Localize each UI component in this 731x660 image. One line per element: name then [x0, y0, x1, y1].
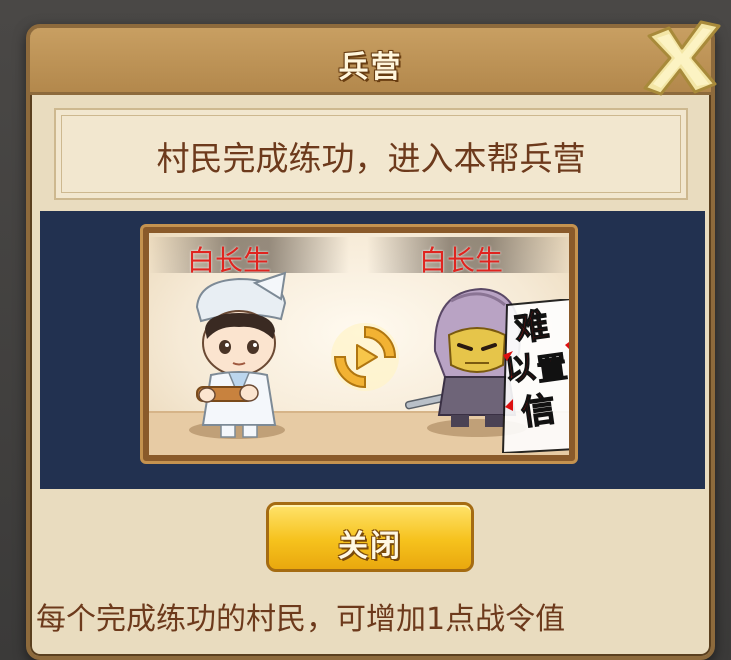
scene-frame: 白长生 白长生 难 以 置 信 [140, 224, 578, 464]
message-frame: 村民完成练功，进入本帮兵营 [54, 108, 688, 200]
right-character-name: 白长生 [419, 244, 504, 277]
stamp-char-3: 置 [535, 350, 569, 389]
close-button[interactable]: 关闭 [266, 502, 474, 572]
footer-note: 每个完成练功的村民，可增加1点战令值 [36, 602, 566, 637]
dialog-title: 兵营 [338, 50, 403, 85]
close-x-icon[interactable] [639, 14, 725, 100]
scene-inner: 白长生 白长生 难 以 置 信 [149, 233, 569, 455]
stamp-char-1: 难 [512, 305, 551, 349]
close-button-label: 关闭 [338, 529, 402, 564]
villager-character [195, 271, 287, 438]
stamp-badge: 难 以 置 信 [501, 299, 569, 453]
barracks-dialog: 兵营 村民完成练功，进入本帮兵营 白长生 白长生 难 以 置 信 关闭 每个完成… [26, 20, 721, 660]
swap-arrow-icon [331, 323, 399, 391]
stamp-char-4: 信 [519, 389, 558, 433]
message-text: 村民完成练功，进入本帮兵营 [156, 139, 586, 178]
title-bar: 兵营 [30, 28, 711, 95]
